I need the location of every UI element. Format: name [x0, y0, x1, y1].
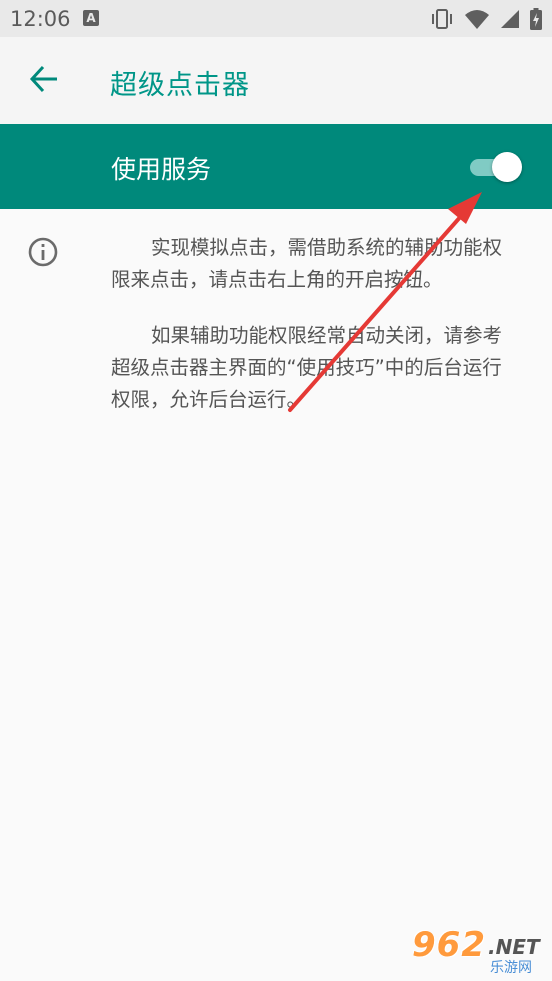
- status-bar: 12:06 A: [0, 0, 552, 37]
- vibrate-icon: [432, 9, 452, 29]
- service-toggle[interactable]: [470, 150, 526, 184]
- info-paragraph-2: 如果辅助功能权限经常自动关闭，请参考超级点击器主界面的“使用技巧”中的后台运行权…: [111, 324, 503, 411]
- watermark-suffix: .NET: [488, 935, 540, 959]
- back-button[interactable]: [28, 63, 60, 95]
- watermark-number: 962: [412, 925, 486, 965]
- app-bar: 超级点击器: [0, 37, 552, 124]
- info-paragraph-1: 实现模拟点击，需借助系统的辅助功能权限来点击，请点击右上角的开启按钮。: [111, 236, 503, 291]
- watermark-site-name: 乐游网: [490, 960, 532, 976]
- battery-icon: [530, 8, 542, 30]
- info-icon: [28, 237, 58, 267]
- status-icons: [430, 8, 542, 30]
- service-switch-label: 使用服务: [111, 155, 212, 184]
- notification-a-icon: A: [83, 10, 99, 26]
- site-watermark: 962 .NET 乐游网: [406, 925, 546, 977]
- status-time: 12:06: [10, 7, 71, 31]
- toggle-thumb: [492, 152, 522, 182]
- wifi-icon: [465, 10, 489, 29]
- service-switch-bar[interactable]: 使用服务: [0, 124, 552, 209]
- signal-icon: [501, 10, 519, 28]
- arrow-left-icon: [29, 65, 57, 93]
- page-title: 超级点击器: [110, 70, 250, 101]
